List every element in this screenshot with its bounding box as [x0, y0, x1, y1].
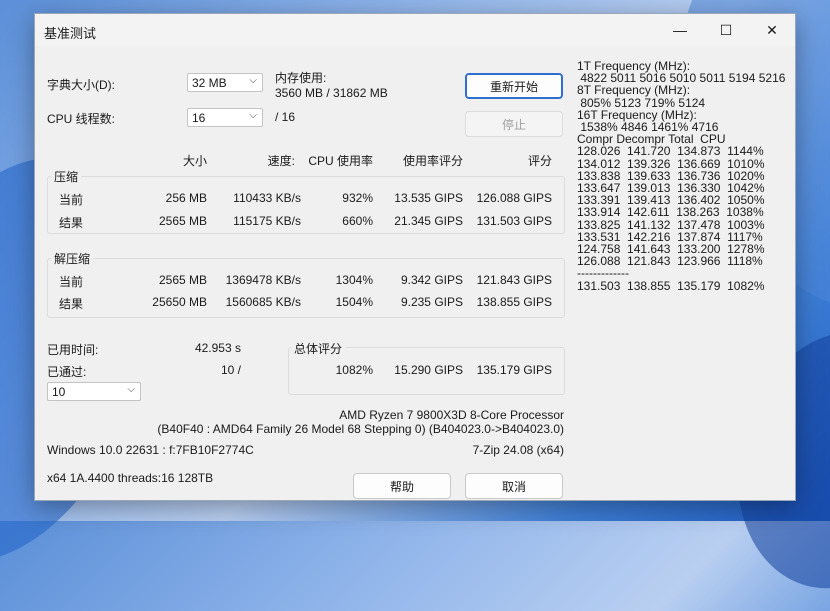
threads-total: / 16: [275, 110, 296, 124]
log-line: 133.914 142.611 138.263 1038%: [577, 205, 764, 220]
cell-usage-rating: 9.342 GIPS: [400, 273, 463, 287]
minimize-button[interactable]: —: [657, 14, 703, 46]
cell-cpu: 932%: [342, 191, 373, 205]
cell-speed: 110433 KB/s: [233, 191, 301, 205]
passes-value: 10 /: [220, 363, 241, 377]
cell-speed: 1560685 KB/s: [225, 295, 301, 309]
log-line: 131.503 138.855 135.179 1082%: [577, 278, 765, 293]
log-line: -------------: [577, 266, 629, 281]
log-line: 133.825 141.132 137.478 1003%: [577, 217, 765, 232]
window-title: 基准测试: [44, 26, 97, 41]
stop-button[interactable]: 停止: [465, 111, 563, 137]
close-icon: ✕: [766, 21, 778, 38]
decompress-group: [47, 258, 565, 318]
col-header-usage-rating: 使用率评分: [402, 154, 463, 168]
cell-rating: 121.843 GIPS: [476, 273, 552, 287]
elapsed-time-label: 已用时间:: [47, 343, 99, 357]
col-header-size: 大小: [182, 154, 207, 168]
row-label: 结果: [59, 216, 84, 230]
cell-cpu: 1504%: [335, 295, 373, 309]
log-line: 134.012 139.326 136.669 1010%: [577, 156, 765, 171]
cpu-name: AMD Ryzen 7 9800X3D 8-Core Processor: [339, 408, 564, 422]
passes-select[interactable]: 10 ⌵: [47, 382, 141, 401]
decompress-group-label: 解压缩: [51, 250, 94, 267]
memory-usage-value: 3560 MB / 31862 MB: [275, 86, 388, 100]
total-cpu: 1082%: [335, 363, 373, 377]
arch-info: x64 1A.4400 threads:16 128TB: [47, 471, 214, 485]
chevron-down-icon: ⌵: [249, 110, 257, 121]
row-label: 当前: [59, 193, 84, 207]
elapsed-time-value: 42.953 s: [194, 341, 241, 355]
row-label: 结果: [59, 297, 84, 311]
log-line: 8T Frequency (MHz):: [577, 83, 691, 98]
cell-size: 2565 MB: [158, 214, 207, 228]
cell-size: 2565 MB: [158, 273, 207, 287]
cell-rating: 126.088 GIPS: [476, 191, 552, 205]
help-button[interactable]: 帮助: [353, 473, 451, 499]
cell-usage-rating: 9.235 GIPS: [400, 295, 463, 309]
col-header-speed: 速度:: [267, 154, 295, 168]
minimize-icon: —: [673, 22, 687, 38]
version-info: 7-Zip 24.08 (x64): [472, 443, 564, 457]
cell-usage-rating: 13.535 GIPS: [394, 191, 463, 205]
os-info: Windows 10.0 22631 : f:7FB10F2774C: [47, 443, 254, 457]
maximize-icon: ☐: [719, 21, 733, 38]
cpu-threads-select[interactable]: 16 ⌵: [187, 108, 263, 127]
title-bar[interactable]: 基准测试 — ☐ ✕: [35, 14, 795, 46]
benchmark-window: 基准测试 — ☐ ✕ 字典大小(D): 32 MB ⌵ CPU 线程数: 16 …: [34, 13, 796, 501]
close-button[interactable]: ✕: [749, 14, 795, 46]
maximize-button[interactable]: ☐: [703, 14, 749, 46]
dict-size-value: 32 MB: [192, 76, 227, 90]
memory-usage-label: 内存使用:: [275, 71, 327, 85]
total-rating-label: 总体评分: [291, 340, 346, 357]
cell-speed: 115175 KB/s: [233, 214, 301, 228]
total-rating: 135.179 GIPS: [476, 363, 552, 377]
cell-size: 25650 MB: [152, 295, 207, 309]
cancel-button[interactable]: 取消: [465, 473, 563, 499]
compress-group-label: 压缩: [51, 168, 82, 185]
dialog-content: 字典大小(D): 32 MB ⌵ CPU 线程数: 16 ⌵ / 16 内存使用…: [35, 46, 795, 500]
cell-rating: 138.855 GIPS: [476, 295, 552, 309]
cell-speed: 1369478 KB/s: [225, 273, 301, 287]
cell-cpu: 660%: [342, 214, 373, 228]
col-header-cpu: CPU 使用率: [308, 154, 373, 168]
log-line: 128.026 141.720 134.873 1144%: [577, 144, 764, 159]
cell-size: 256 MB: [165, 191, 207, 205]
passes-select-value: 10: [52, 385, 66, 399]
chevron-down-icon: ⌵: [127, 384, 135, 395]
cpu-threads-value: 16: [192, 111, 206, 125]
row-label: 当前: [59, 275, 84, 289]
restart-button[interactable]: 重新开始: [465, 73, 563, 99]
frequency-log: 1T Frequency (MHz): 4822 5011 5016 5010 …: [577, 60, 785, 292]
chevron-down-icon: ⌵: [249, 75, 257, 86]
col-header-rating: 评分: [527, 154, 552, 168]
dict-size-label: 字典大小(D):: [47, 78, 115, 92]
cpu-threads-label: CPU 线程数:: [47, 112, 116, 126]
cell-cpu: 1304%: [335, 273, 373, 287]
cpu-detail: (B40F40 : AMD64 Family 26 Model 68 Stepp…: [157, 422, 564, 436]
cell-usage-rating: 21.345 GIPS: [394, 214, 463, 228]
total-usage-rating: 15.290 GIPS: [394, 363, 463, 377]
log-line: 805% 5123 719% 5124: [577, 95, 706, 110]
cell-rating: 131.503 GIPS: [476, 214, 552, 228]
dict-size-select[interactable]: 32 MB ⌵: [187, 73, 263, 92]
passes-label: 已通过:: [47, 365, 87, 379]
